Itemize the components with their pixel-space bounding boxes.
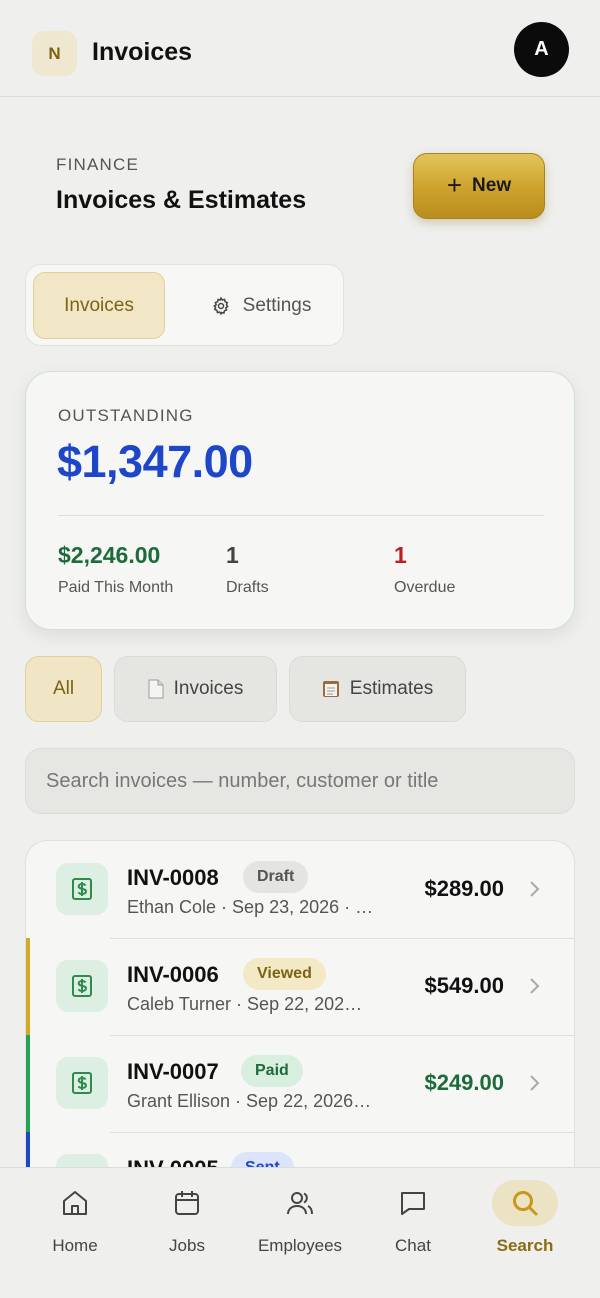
dollar-bill-icon [72, 1072, 92, 1094]
invoice-subtitle: Ethan Cole · Sep 23, 2026 · … [127, 897, 374, 917]
stat-paid-this-month: $2,246.00 Paid This Month [58, 542, 173, 597]
clipboard-icon [322, 681, 339, 697]
stat-drafts: 1 Drafts [226, 542, 269, 597]
invoice-row[interactable]: INV-0006 Viewed Caleb Turner · Sep 22, 2… [26, 938, 574, 1035]
nav-label: Jobs [169, 1236, 205, 1255]
stat-overdue: 1 Overdue [394, 542, 455, 597]
invoice-amount: $549.00 [424, 973, 504, 998]
status-accent-bar [26, 938, 30, 1035]
tab-label: Invoices [64, 294, 134, 316]
chat-icon [401, 1192, 425, 1215]
status-badge: Viewed [243, 958, 326, 990]
nav-label: Home [52, 1236, 98, 1255]
chevron-right-icon [530, 1075, 540, 1091]
chevron-right-icon [530, 978, 540, 994]
search-box [25, 748, 575, 814]
section-eyebrow: FINANCE [56, 155, 140, 174]
nav-home[interactable]: Home [20, 1180, 130, 1270]
search-input[interactable] [46, 749, 556, 813]
divider [110, 1132, 574, 1133]
view-tabs: Invoices Settings [25, 264, 344, 346]
calendar-icon [175, 1191, 199, 1215]
nav-chat[interactable]: Chat [358, 1180, 468, 1270]
search-icon [513, 1191, 538, 1216]
document-icon [148, 679, 164, 699]
filter-estimates[interactable]: Estimates [289, 656, 466, 722]
divider [110, 1035, 574, 1036]
status-accent-bar [26, 1035, 30, 1132]
dollar-bill-icon [72, 878, 92, 900]
tab-invoices[interactable]: Invoices [33, 272, 165, 339]
invoice-subtitle: Grant Ellison · Sep 22, 2026… [127, 1091, 372, 1111]
page-title: Invoices & Estimates [56, 186, 307, 214]
stat-label: Drafts [226, 579, 269, 596]
chevron-right-icon [530, 881, 540, 897]
status-badge: Paid [241, 1055, 303, 1087]
nav-label: Employees [257, 1236, 343, 1255]
outstanding-amount: $1,347.00 [57, 436, 253, 487]
filter-label: Invoices [173, 678, 244, 699]
stat-value: $2,246.00 [58, 542, 161, 568]
nav-label: Chat [395, 1236, 431, 1255]
invoice-number: INV-0007 [127, 1059, 219, 1084]
filter-invoices[interactable]: Invoices [114, 656, 277, 722]
filter-label: All [52, 678, 75, 699]
invoice-amount: $249.00 [424, 1070, 504, 1095]
invoice-amount: $289.00 [424, 876, 504, 901]
status-badge: Draft [243, 861, 309, 893]
stat-label: Paid This Month [58, 579, 174, 596]
outstanding-summary-card: OUTSTANDING $1,347.00 $2,246.00 Paid Thi… [25, 371, 575, 630]
divider [58, 515, 544, 516]
new-button[interactable]: + New [413, 153, 545, 219]
nav-search[interactable]: Search [470, 1180, 580, 1270]
user-avatar[interactable]: A [514, 22, 569, 77]
outstanding-label: OUTSTANDING [58, 406, 194, 425]
home-icon [63, 1191, 87, 1215]
nav-jobs[interactable]: Jobs [132, 1180, 242, 1270]
stat-label: Overdue [394, 579, 456, 596]
tab-settings[interactable]: Settings [186, 272, 336, 339]
invoice-number: INV-0006 [127, 962, 219, 987]
plus-icon: + [446, 169, 463, 200]
people-icon [287, 1192, 313, 1215]
invoice-icon-tile [56, 1057, 108, 1109]
stat-value: 1 [226, 542, 239, 568]
filter-label: Estimates [349, 678, 434, 699]
top-app-bar: N Invoices A [0, 0, 600, 97]
invoice-subtitle: Caleb Turner · Sep 22, 202… [127, 994, 363, 1014]
new-button-label: New [472, 175, 512, 196]
filter-all[interactable]: All [25, 656, 102, 722]
app-title: Invoices [92, 38, 193, 66]
stat-value: 1 [394, 542, 407, 568]
invoice-number: INV-0008 [127, 865, 219, 890]
dollar-bill-icon [72, 975, 92, 997]
bottom-navigation: Home Jobs Employees Chat Search [0, 1167, 600, 1298]
invoice-icon-tile [56, 863, 108, 915]
invoice-row[interactable]: INV-0008 Draft Ethan Cole · Sep 23, 2026… [26, 841, 574, 938]
nav-employees[interactable]: Employees [245, 1180, 355, 1270]
invoice-list: INV-0008 Draft Ethan Cole · Sep 23, 2026… [25, 840, 575, 1180]
invoice-icon-tile [56, 960, 108, 1012]
brand-logo[interactable]: N [32, 31, 77, 76]
gear-icon [212, 295, 229, 315]
divider [110, 938, 574, 939]
tab-label: Settings [242, 294, 312, 316]
nav-label: Search [496, 1236, 554, 1255]
invoice-row[interactable]: INV-0007 Paid Grant Ellison · Sep 22, 20… [26, 1035, 574, 1132]
